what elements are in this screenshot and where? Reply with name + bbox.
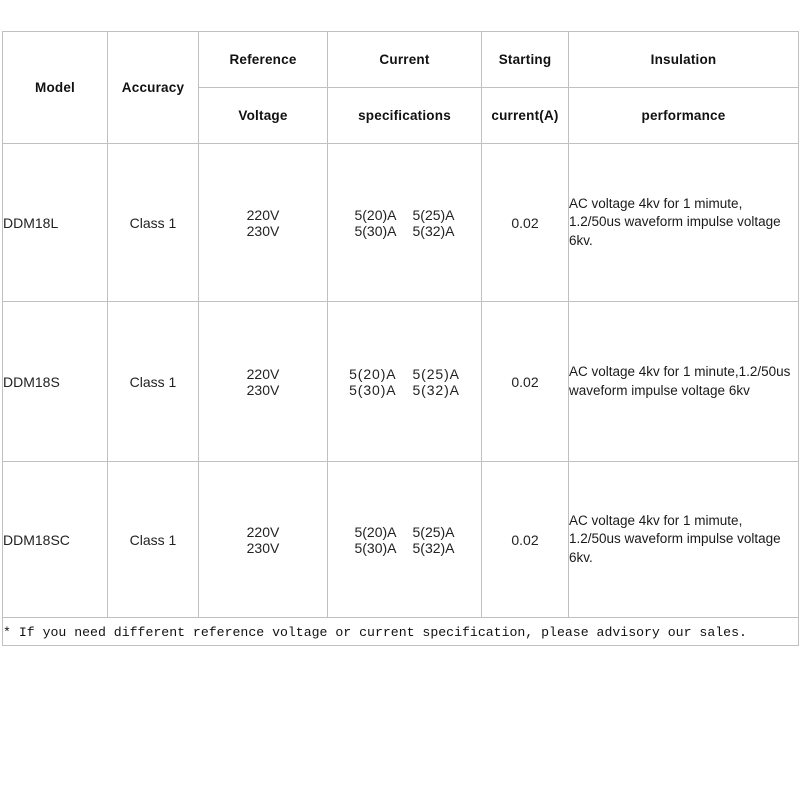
table-row: DDM18L Class 1 220V 230V 5(20)A 5(25)A 5(…: [2, 143, 799, 302]
current-spec-pair-primary: 5(20)A 5(25)A: [349, 366, 460, 382]
current-spec-pair-primary: 5(20)A 5(25)A: [354, 207, 454, 223]
insulation-line-2: 1.2/50us waveform impulse voltage 6kv.: [569, 214, 781, 248]
cell-current-specifications: 5(20)A 5(25)A 5(30)A 5(32)A: [327, 461, 482, 618]
current-spec-1b: 5(25)A: [412, 523, 455, 540]
header-cell-current-a: current(A): [481, 87, 569, 144]
header-cell-accuracy: Accuracy: [107, 31, 199, 144]
voltage-value-secondary: 230V: [246, 222, 280, 239]
cell-accuracy: Class 1: [107, 461, 199, 618]
header-cell-starting: Starting: [481, 31, 569, 88]
cell-reference-voltage: 220V 230V: [198, 461, 328, 618]
current-spec-1b: 5(25)A: [412, 206, 455, 223]
cell-accuracy: Class 1: [107, 301, 199, 462]
cell-accuracy: Class 1: [107, 143, 199, 302]
cell-starting-current: 0.02: [481, 301, 569, 462]
cell-insulation-performance: AC voltage 4kv for 1 mimute, 1.2/50us wa…: [568, 461, 799, 618]
footnote-text: * If you need different reference voltag…: [3, 624, 747, 640]
current-spec-pair-secondary: 5(30)A 5(32)A: [354, 540, 454, 556]
header-cell-model: Model: [2, 31, 108, 144]
table-row: DDM18SC Class 1 220V 230V 5(20)A 5(25)A 5…: [2, 461, 799, 618]
voltage-value-primary: 220V: [246, 523, 280, 540]
specification-table-page: Model Accuracy Reference Current Startin…: [0, 0, 800, 800]
table-row: DDM18S Class 1 220V 230V 5(20)A 5(25)A 5(…: [2, 301, 799, 462]
header-cell-current: Current: [327, 31, 482, 88]
header-row-1: Model Accuracy Reference Current Startin…: [2, 31, 799, 144]
header-cell-reference: Reference: [198, 31, 328, 88]
voltage-value-secondary: 230V: [246, 381, 280, 398]
voltage-value-primary: 220V: [246, 365, 280, 382]
table-body: DDM18L Class 1 220V 230V 5(20)A 5(25)A 5(…: [2, 143, 799, 646]
current-spec-2b: 5(32)A: [412, 381, 460, 398]
cell-current-specifications: 5(20)A 5(25)A 5(30)A 5(32)A: [327, 143, 482, 302]
current-spec-1a: 5(20)A: [349, 365, 397, 382]
current-spec-pair-secondary: 5(30)A 5(32)A: [349, 382, 460, 398]
insulation-line-1: AC voltage 4kv for 1 mimute,: [569, 513, 743, 529]
cell-insulation-performance: AC voltage 4kv for 1 minute,1.2/50us wav…: [568, 301, 799, 462]
cell-footnote: * If you need different reference voltag…: [2, 617, 799, 646]
cell-reference-voltage: 220V 230V: [198, 301, 328, 462]
cell-current-specifications: 5(20)A 5(25)A 5(30)A 5(32)A: [327, 301, 482, 462]
header-cell-performance: performance: [568, 87, 799, 144]
table-header: Model Accuracy Reference Current Startin…: [2, 31, 799, 144]
insulation-line-2: 1.2/50us waveform impulse voltage 6kv.: [569, 531, 781, 565]
cell-starting-current: 0.02: [481, 143, 569, 302]
product-specification-table: Model Accuracy Reference Current Startin…: [2, 31, 799, 646]
cell-insulation-performance: AC voltage 4kv for 1 mimute, 1.2/50us wa…: [568, 143, 799, 302]
current-spec-2b: 5(32)A: [412, 539, 455, 556]
cell-model: DDM18L: [2, 143, 108, 302]
header-cell-voltage: Voltage: [198, 87, 328, 144]
insulation-line-1: AC voltage 4kv for 1 mimute,: [569, 196, 743, 212]
cell-starting-current: 0.02: [481, 461, 569, 618]
current-spec-pair-primary: 5(20)A 5(25)A: [354, 524, 454, 540]
insulation-line-1: AC voltage 4kv for 1 minute,1.2/50us wav…: [569, 364, 791, 398]
cell-model: DDM18SC: [2, 461, 108, 618]
current-spec-2a: 5(30)A: [349, 381, 397, 398]
current-spec-1b: 5(25)A: [412, 365, 460, 382]
header-cell-specifications: specifications: [327, 87, 482, 144]
current-spec-1a: 5(20)A: [354, 206, 397, 223]
voltage-value-primary: 220V: [246, 206, 280, 223]
cell-model: DDM18S: [2, 301, 108, 462]
current-spec-pair-secondary: 5(30)A 5(32)A: [354, 223, 454, 239]
current-spec-2b: 5(32)A: [412, 222, 455, 239]
cell-reference-voltage: 220V 230V: [198, 143, 328, 302]
voltage-value-secondary: 230V: [246, 539, 280, 556]
current-spec-1a: 5(20)A: [354, 523, 397, 540]
header-cell-insulation: Insulation: [568, 31, 799, 88]
footnote-row: * If you need different reference voltag…: [2, 617, 799, 646]
current-spec-2a: 5(30)A: [354, 539, 397, 556]
current-spec-2a: 5(30)A: [354, 222, 397, 239]
